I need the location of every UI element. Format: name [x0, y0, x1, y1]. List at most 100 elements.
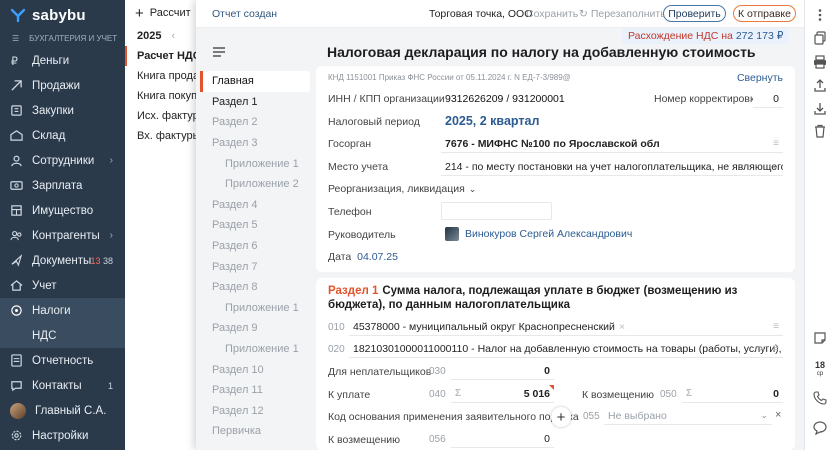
- sidebar-item-vat[interactable]: НДС: [0, 323, 125, 348]
- section-nav-item[interactable]: Раздел 9: [200, 318, 310, 339]
- section-nav-item[interactable]: Раздел 11: [200, 380, 310, 401]
- inn-kpp-values[interactable]: 9312626209 / 931200001: [445, 93, 565, 105]
- sidebar-item-sales[interactable]: Продажи: [0, 73, 125, 98]
- section-nav-item[interactable]: Раздел 2: [200, 112, 310, 133]
- app-logo[interactable]: sabybu: [0, 0, 125, 30]
- copy-icon[interactable]: [813, 31, 827, 45]
- organization-selector[interactable]: Торговая точка, ООО: [429, 8, 532, 20]
- oktmo-field[interactable]: 45378000 - муниципальный округ Краснопре…: [349, 318, 783, 336]
- phone-icon[interactable]: [813, 391, 827, 405]
- list-item[interactable]: Расчет НДС: [125, 46, 199, 66]
- list-icon[interactable]: ≡: [773, 321, 779, 332]
- app-subtitle-row: ☰ БУХГАЛТЕРИЯ И УЧЕТ: [0, 30, 125, 46]
- sidebar-item-warehouse[interactable]: Склад: [0, 123, 125, 148]
- refund2-field[interactable]: 0: [451, 430, 554, 448]
- vat-discrepancy-badge[interactable]: Расхождение НДС на 272 173 ₽: [622, 28, 790, 44]
- section-nav-item[interactable]: Приложение 1: [200, 339, 310, 360]
- sidebar-item-taxes[interactable]: Налоги: [0, 298, 125, 323]
- collapse-link[interactable]: Свернуть: [737, 72, 783, 84]
- year-selector[interactable]: 2025 ‹: [125, 26, 199, 46]
- print-icon[interactable]: [813, 55, 827, 69]
- menu-icon[interactable]: ☰: [12, 34, 19, 43]
- period-selector[interactable]: 2025, 2 квартал: [445, 114, 539, 128]
- list-item[interactable]: Вх. фактуры: [125, 126, 199, 146]
- section-nav-item[interactable]: Раздел 1: [200, 92, 310, 113]
- money-icon: ₽: [11, 55, 18, 67]
- trash-icon[interactable]: [813, 124, 827, 138]
- section-nav-item[interactable]: Раздел 3: [200, 133, 310, 154]
- section-nav-item[interactable]: Приложение 1: [200, 153, 310, 174]
- section-nav-item[interactable]: Первичка: [200, 421, 310, 442]
- section-nav-item[interactable]: Раздел 4: [200, 195, 310, 216]
- sidebar-item-contractors[interactable]: Контрагенты ›: [0, 223, 125, 248]
- reports-icon: [11, 354, 22, 367]
- clear-icon[interactable]: ×: [775, 409, 781, 421]
- upload-icon[interactable]: [813, 78, 827, 92]
- svg-text:₽: ₽: [11, 55, 18, 67]
- section-nav-item[interactable]: Раздел 8: [200, 277, 310, 298]
- gosorgan-field[interactable]: 7676 - МИФНС №100 по Ярославской обл ≡: [441, 135, 783, 153]
- sidebar-item-documents[interactable]: Документы 13 38: [0, 248, 125, 273]
- list-item[interactable]: Книга прода: [125, 66, 199, 86]
- section-nav-item[interactable]: Раздел 5: [200, 215, 310, 236]
- main-sidebar: sabybu ☰ БУХГАЛТЕРИЯ И УЧЕТ ₽ Деньги Про…: [0, 0, 125, 450]
- clear-icon[interactable]: ×: [619, 321, 625, 333]
- declaration-sections-nav: Главная Раздел 1 Раздел 2 Раздел 3 Приложени…: [200, 44, 310, 442]
- list-icon[interactable]: ≡: [773, 343, 779, 354]
- section-nav-item[interactable]: Раздел 6: [200, 236, 310, 257]
- calendar-date[interactable]: 18 ср: [811, 361, 829, 379]
- section-nav-item[interactable]: Раздел 12: [200, 401, 310, 422]
- more-icon[interactable]: [813, 8, 827, 22]
- report-status: Отчет создан: [212, 7, 278, 20]
- create-button[interactable]: + Рассчит: [125, 0, 199, 26]
- reorganization-toggle[interactable]: Реорганизация, ликвидация ⌄: [328, 183, 476, 195]
- burger-menu-icon[interactable]: [212, 44, 226, 60]
- sidebar-item-settings[interactable]: Настройки: [0, 423, 125, 448]
- place-select[interactable]: 214 - по месту постановки на учет налого…: [441, 158, 783, 176]
- chevron-left-icon[interactable]: ‹: [171, 30, 175, 42]
- section-nav-item[interactable]: Главная: [200, 71, 310, 92]
- head-link[interactable]: Винокуров Сергей Александрович: [445, 227, 632, 241]
- contacts-counter: 1: [107, 380, 113, 391]
- sidebar-item-accounting[interactable]: Учет: [0, 273, 125, 298]
- nonpayer-field[interactable]: 0: [451, 362, 554, 380]
- correction-field[interactable]: 0: [753, 90, 783, 108]
- sidebar-item-user[interactable]: Главный С.А.: [0, 398, 125, 423]
- pay-field[interactable]: Σ 5 016: [451, 385, 554, 403]
- section1-card: Раздел 1 Сумма налога, подлежащая уплате …: [316, 278, 795, 450]
- correction-label: Номер корректировки: [654, 93, 761, 105]
- section-nav-item[interactable]: Раздел 7: [200, 256, 310, 277]
- refund-field[interactable]: Σ 0: [682, 385, 783, 403]
- list-item[interactable]: Исх. фактуры: [125, 106, 199, 126]
- sidebar-item-employees[interactable]: Сотрудники ›: [0, 148, 125, 173]
- section-nav-item[interactable]: Раздел 10: [200, 359, 310, 380]
- notes-icon[interactable]: [813, 331, 827, 345]
- kbk-field[interactable]: 18210301000011000110 - Налог на добавлен…: [349, 340, 783, 358]
- clear-icon[interactable]: ×: [759, 343, 765, 355]
- chat-icon[interactable]: [813, 421, 827, 435]
- sidebar-item-contacts[interactable]: Контакты 1: [0, 373, 125, 398]
- section-nav-item[interactable]: Приложение 2: [200, 174, 310, 195]
- sidebar-item-purchases[interactable]: Закупки: [0, 98, 125, 123]
- refill-button[interactable]: ↻ Перезаполнить: [579, 8, 666, 20]
- sidebar-item-salary[interactable]: Зарплата: [0, 173, 125, 198]
- logo-icon: [10, 8, 26, 23]
- basis-select[interactable]: Не выбрано ⌄: [604, 407, 772, 425]
- code-030: 030: [429, 366, 446, 377]
- sidebar-item-reports[interactable]: Отчетность: [0, 348, 125, 373]
- send-button[interactable]: К отправке: [733, 5, 796, 22]
- property-icon: [11, 205, 22, 216]
- date-value[interactable]: 04.07.25: [357, 251, 398, 263]
- download-icon[interactable]: [813, 101, 827, 115]
- sidebar-item-money[interactable]: ₽ Деньги: [0, 48, 125, 73]
- save-button[interactable]: Сохранить: [526, 8, 578, 20]
- phone-input[interactable]: [441, 202, 552, 220]
- section-nav-item[interactable]: Приложение 1: [200, 298, 310, 319]
- list-icon[interactable]: ≡: [773, 138, 779, 149]
- warning-corner: [549, 385, 554, 390]
- check-button[interactable]: Проверить: [663, 5, 726, 22]
- sidebar-item-property[interactable]: Имущество: [0, 198, 125, 223]
- list-item[interactable]: Книга покупо: [125, 86, 199, 106]
- code-050: 050: [660, 389, 677, 400]
- add-basis-button[interactable]: +: [551, 407, 571, 427]
